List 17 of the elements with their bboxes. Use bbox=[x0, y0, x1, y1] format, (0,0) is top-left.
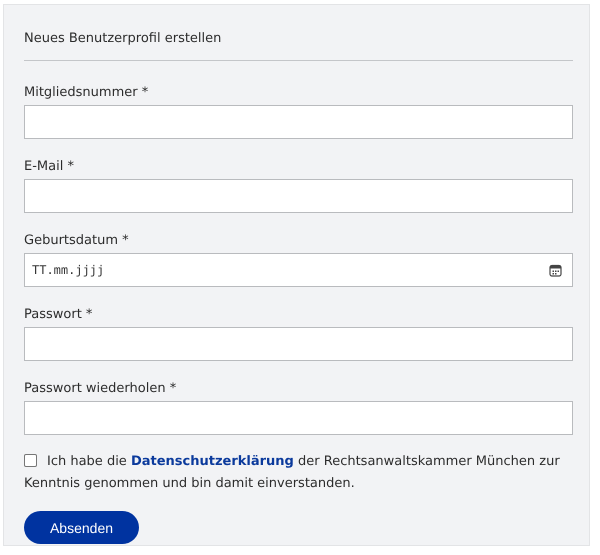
input-field[interactable] bbox=[24, 179, 573, 213]
field-label: Mitgliedsnummer * bbox=[24, 84, 148, 102]
submit-button[interactable]: Absenden bbox=[24, 511, 139, 544]
checkbox[interactable] bbox=[24, 454, 37, 467]
field-label: E-Mail * bbox=[24, 158, 74, 176]
input-field[interactable] bbox=[24, 327, 573, 361]
calendar-icon[interactable] bbox=[549, 264, 562, 276]
date-field[interactable]: TT.mm.jjjj bbox=[24, 253, 573, 287]
input-field[interactable] bbox=[24, 401, 573, 435]
privacy-policy-link[interactable]: Datenschutzerklärung bbox=[130, 454, 294, 469]
field-label: Passwort * bbox=[24, 306, 92, 324]
form-title: Neues Benutzerprofil erstellen bbox=[24, 30, 222, 48]
field-label: Passwort wiederholen * bbox=[24, 380, 176, 398]
consent-text: Ich habe die Datenschutzerklärung der Rechtsanwaltskammer München zur Kenntnis genommen und bin damit einverstanden. bbox=[24, 453, 561, 493]
date-placeholder: TT.mm.jjjj bbox=[32, 263, 104, 277]
field-label: Geburtsdatum * bbox=[24, 232, 129, 250]
input-field[interactable] bbox=[24, 105, 573, 139]
